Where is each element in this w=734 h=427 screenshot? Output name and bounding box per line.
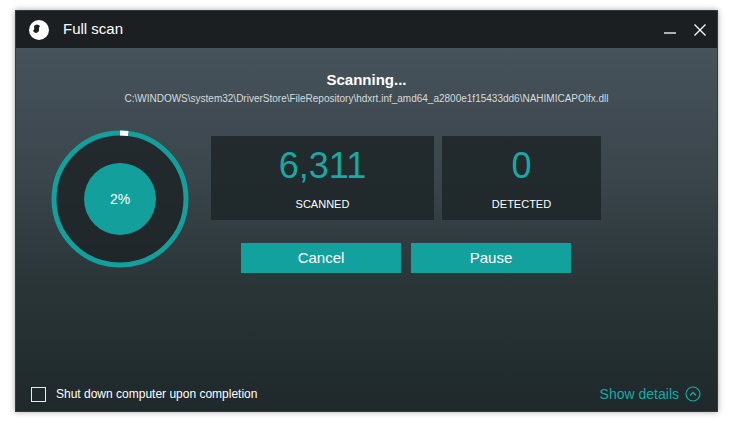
scan-body: Scanning... C:\WINDOWS\system32\DriverSt… — [16, 48, 717, 411]
chevron-circle-icon[interactable] — [685, 386, 701, 402]
window-title: Full scan — [63, 18, 123, 41]
stat-label: DETECTED — [492, 197, 551, 211]
scan-heading: Scanning... — [326, 71, 406, 89]
shutdown-checkbox[interactable] — [31, 387, 46, 402]
close-icon[interactable] — [693, 23, 707, 37]
minimize-icon[interactable] — [663, 23, 677, 37]
logo-icon — [28, 19, 50, 41]
details-label[interactable]: Show details — [600, 384, 679, 405]
scan-window: Full scan Scanning... C:\WINDOWS\system3… — [15, 10, 718, 412]
stat-label: SCANNED — [296, 197, 350, 211]
cancel-button[interactable]: Cancel — [241, 243, 401, 273]
title-bar: Full scan — [16, 11, 717, 48]
stat-card: 6,311 SCANNED — [211, 136, 434, 220]
shutdown-option[interactable]: Shut down computer upon completion — [31, 385, 257, 403]
current-file: C:\WINDOWS\system32\DriverStore\FileRepo… — [124, 92, 608, 105]
progress-fill — [54, 133, 186, 265]
shutdown-label[interactable]: Shut down computer upon completion — [56, 385, 257, 403]
progress-ring: 2% — [51, 130, 189, 268]
stat-card: 0 DETECTED — [442, 136, 601, 220]
stat-value: 6,311 — [279, 145, 366, 187]
progress-label: 2% — [110, 189, 130, 210]
bottom-bar: Shut down computer upon completion Show … — [16, 377, 717, 411]
pause-button[interactable]: Pause — [411, 243, 571, 273]
stat-value: 0 — [511, 145, 531, 187]
details-toggle[interactable]: Show details — [600, 384, 701, 405]
